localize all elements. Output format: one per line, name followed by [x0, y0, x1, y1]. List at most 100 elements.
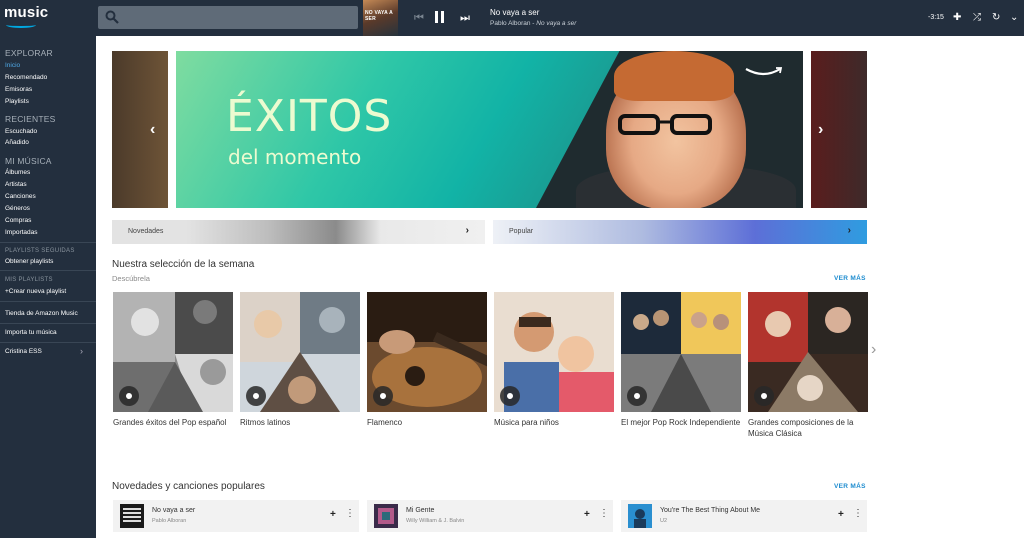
song-row[interactable]: You're The Best Thing About Me U2 + ⋮	[621, 500, 867, 532]
song-row[interactable]: No vaya a ser Pablo Alboran + ⋮	[113, 500, 359, 532]
radio-icon[interactable]	[500, 386, 520, 406]
now-playing-album-art[interactable]: NO VAYA A SER	[363, 0, 398, 36]
add-icon[interactable]: +	[584, 509, 590, 520]
novedades-label: Novedades	[128, 228, 164, 235]
hero-banner[interactable]: ÉXITOS del momento	[176, 51, 803, 208]
selection-title: Nuestra selección de la semana	[112, 259, 255, 270]
card-label-ritmos-latinos[interactable]: Ritmos latinos	[240, 417, 362, 428]
section-recientes-title: RECIENTES	[5, 114, 56, 124]
radio-icon[interactable]	[246, 386, 266, 406]
hero-title: ÉXITOS	[226, 91, 393, 142]
sidebar-item-artistas[interactable]: Artistas	[5, 181, 27, 188]
sidebar-item-generos[interactable]: Géneros	[5, 205, 30, 212]
card-label-musica-clasica[interactable]: Grandes composiciones de la Música Clási…	[748, 417, 870, 439]
section-playlists-seguidas-title: PLAYLISTS SEGUIDAS	[5, 248, 75, 254]
song-title[interactable]: Mi Gente	[406, 507, 434, 514]
add-icon[interactable]: ✚	[953, 12, 961, 24]
sidebar-item-importa[interactable]: Importa tu música	[5, 329, 57, 336]
song-art-mi-gente	[374, 504, 398, 528]
sidebar-item-crear-playlist[interactable]: +Crear nueva playlist	[5, 288, 66, 295]
popular-title: Novedades y canciones populares	[112, 481, 265, 492]
search-input[interactable]	[98, 6, 358, 29]
next-track-icon[interactable]: ⏭	[460, 12, 470, 24]
now-playing-subtitle: Pablo Alboran - No vaya a ser	[490, 20, 576, 27]
playlist-card-ritmos-latinos[interactable]	[240, 292, 360, 412]
radio-icon[interactable]	[627, 386, 647, 406]
add-icon[interactable]: +	[838, 509, 844, 520]
sidebar-item-compras[interactable]: Compras	[5, 217, 31, 224]
pause-bar-right	[441, 11, 444, 23]
song-row[interactable]: Mi Gente Willy William & J. Balvin + ⋮	[367, 500, 613, 532]
main-content: ÉXITOS del momento ‹ › Novedades › Popul…	[96, 36, 1024, 538]
radio-icon[interactable]	[119, 386, 139, 406]
sidebar-item-recomendado[interactable]: Recomendado	[5, 74, 47, 81]
time-remaining: -3:15	[928, 14, 944, 21]
sidebar-item-inicio[interactable]: Inicio	[5, 62, 20, 69]
now-playing-title[interactable]: No vaya a ser	[490, 8, 539, 17]
playlist-card-pop-rock-indie[interactable]	[621, 292, 741, 412]
sidebar-divider	[0, 323, 96, 324]
song-artist[interactable]: Willy William & J. Balvin	[406, 518, 464, 524]
more-options-icon[interactable]: ⋮	[853, 508, 863, 519]
amazon-smile-icon	[745, 67, 783, 76]
sidebar-divider	[0, 270, 96, 271]
radio-icon[interactable]	[754, 386, 774, 406]
sidebar-user-name[interactable]: Cristina ESS	[5, 348, 42, 355]
card-label-pop-rock-indie[interactable]: El mejor Pop Rock Independiente	[621, 417, 743, 428]
sidebar: EXPLORAR Inicio Recomendado Emisoras Pla…	[0, 36, 96, 538]
novedades-bar[interactable]: Novedades ›	[112, 220, 485, 244]
expand-chevron-icon[interactable]: ⌄	[1010, 12, 1018, 24]
pause-bar-left	[435, 11, 438, 23]
card-label-pop-espanol[interactable]: Grandes éxitos del Pop español	[113, 417, 235, 428]
carousel-prev-slide[interactable]	[112, 51, 168, 208]
now-playing-separator: -	[532, 20, 535, 27]
user-chevron-icon[interactable]: ›	[80, 346, 83, 356]
carousel-prev-icon[interactable]: ‹	[150, 121, 155, 139]
card-label-musica-ninos[interactable]: Música para niños	[494, 417, 616, 428]
selection-next-icon[interactable]: ›	[871, 341, 876, 359]
selection-subtitle: Descúbrela	[112, 274, 150, 283]
sidebar-item-anadido[interactable]: Añadido	[5, 139, 29, 146]
now-playing-album[interactable]: No vaya a ser	[536, 20, 576, 27]
radio-icon[interactable]	[373, 386, 393, 406]
previous-track-icon[interactable]: ⏮	[414, 12, 424, 24]
sidebar-item-playlists[interactable]: Playlists	[5, 98, 29, 105]
top-bar: music NO VAYA A SER ⏮ ⏭ No vaya a ser Pa…	[0, 0, 1024, 36]
song-artist[interactable]: U2	[660, 518, 667, 524]
song-title[interactable]: You're The Best Thing About Me	[660, 507, 760, 514]
now-playing-artist[interactable]: Pablo Alboran	[490, 20, 530, 27]
song-title[interactable]: No vaya a ser	[152, 507, 195, 514]
hero-artist-glasses	[618, 114, 712, 135]
more-options-icon[interactable]: ⋮	[345, 508, 355, 519]
pause-icon[interactable]	[435, 11, 445, 24]
amazon-music-logo[interactable]: music	[4, 4, 48, 32]
sidebar-item-importadas[interactable]: Importadas	[5, 229, 38, 236]
popular-bar[interactable]: Popular ›	[493, 220, 867, 244]
more-options-icon[interactable]: ⋮	[599, 508, 609, 519]
shuffle-icon[interactable]: ⤮	[973, 12, 981, 24]
playlist-card-pop-espanol[interactable]	[113, 292, 233, 412]
sidebar-item-tienda[interactable]: Tienda de Amazon Music	[5, 310, 78, 317]
sidebar-item-obtener-playlists[interactable]: Obtener playlists	[5, 258, 53, 265]
sidebar-item-escuchado[interactable]: Escuchado	[5, 128, 37, 135]
selection-ver-mas-link[interactable]: VER MÁS	[834, 275, 866, 282]
song-art-best-thing	[628, 504, 652, 528]
carousel-next-icon[interactable]: ›	[818, 121, 823, 139]
sidebar-item-albumes[interactable]: Álbumes	[5, 169, 30, 176]
card-label-flamenco[interactable]: Flamenco	[367, 417, 489, 428]
playlist-card-musica-ninos[interactable]	[494, 292, 614, 412]
song-art-no-vaya-a-ser	[120, 504, 144, 528]
song-artist[interactable]: Pablo Alboran	[152, 518, 186, 524]
repeat-icon[interactable]: ↻	[992, 12, 1000, 24]
album-art-text: NO VAYA A SER	[365, 10, 393, 22]
popular-ver-mas-link[interactable]: VER MÁS	[834, 483, 866, 490]
sidebar-item-emisoras[interactable]: Emisoras	[5, 86, 32, 93]
sidebar-item-canciones[interactable]: Canciones	[5, 193, 36, 200]
add-icon[interactable]: +	[330, 509, 336, 520]
sidebar-divider	[0, 301, 96, 302]
section-explorar-title: EXPLORAR	[5, 48, 53, 58]
playlist-card-musica-clasica[interactable]	[748, 292, 868, 412]
popular-label: Popular	[509, 228, 534, 235]
search-icon	[105, 10, 119, 24]
playlist-card-flamenco[interactable]	[367, 292, 487, 412]
